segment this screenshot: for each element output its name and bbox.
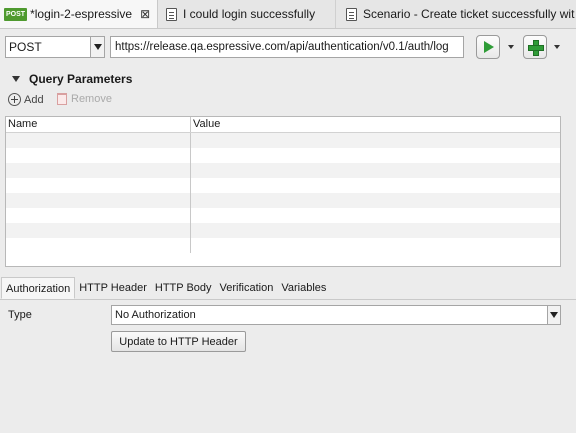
tab-variables[interactable]: Variables bbox=[277, 277, 330, 299]
column-header-value[interactable]: Value bbox=[191, 117, 560, 132]
editor-tab-scenario-ticket[interactable]: Scenario - Create ticket successfully wi… bbox=[336, 0, 576, 28]
add-parameter-button[interactable]: Add bbox=[8, 93, 44, 106]
settings-tab-bar: Authorization HTTP Header HTTP Body Verific… bbox=[0, 277, 576, 300]
cell-value[interactable] bbox=[191, 133, 560, 148]
table-header: Name Value bbox=[6, 117, 560, 133]
editor-tab-scenario-login[interactable]: I could login successfully bbox=[158, 0, 336, 28]
editor-tab-login[interactable]: POST *login-2-espressive ⊠ bbox=[0, 0, 158, 28]
table-row[interactable] bbox=[6, 148, 560, 163]
cell-value[interactable] bbox=[191, 208, 560, 223]
cell-name[interactable] bbox=[6, 133, 191, 148]
table-row[interactable] bbox=[6, 238, 560, 253]
cell-value[interactable] bbox=[191, 148, 560, 163]
authorization-type-value: No Authorization bbox=[115, 309, 196, 321]
remove-parameter-button[interactable]: Remove bbox=[57, 93, 112, 105]
plus-icon bbox=[528, 40, 544, 56]
post-method-badge: POST bbox=[4, 7, 28, 21]
cell-value[interactable] bbox=[191, 163, 560, 178]
cell-name[interactable] bbox=[6, 178, 191, 193]
table-row[interactable] bbox=[6, 223, 560, 238]
trash-icon bbox=[57, 93, 67, 105]
table-row[interactable] bbox=[6, 178, 560, 193]
tab-verification[interactable]: Verification bbox=[216, 277, 278, 299]
collapse-triangle-icon[interactable] bbox=[12, 76, 20, 82]
cell-name[interactable] bbox=[6, 223, 191, 238]
add-button[interactable] bbox=[523, 35, 547, 59]
tab-authorization[interactable]: Authorization bbox=[1, 277, 76, 299]
run-dropdown-icon[interactable] bbox=[508, 45, 514, 49]
add-dropdown-icon[interactable] bbox=[554, 45, 560, 49]
document-icon bbox=[346, 7, 357, 21]
remove-label: Remove bbox=[71, 93, 112, 105]
type-label: Type bbox=[8, 309, 32, 321]
authorization-type-select[interactable]: No Authorization bbox=[111, 305, 561, 325]
close-tab-icon[interactable]: ⊠ bbox=[140, 7, 150, 21]
cell-value[interactable] bbox=[191, 193, 560, 208]
method-value: POST bbox=[9, 40, 42, 54]
column-header-name[interactable]: Name bbox=[6, 117, 191, 132]
table-body bbox=[6, 133, 560, 253]
update-to-http-header-button[interactable]: Update to HTTP Header bbox=[111, 331, 246, 352]
editor-tab-title: Scenario - Create ticket successfully wi… bbox=[363, 7, 575, 21]
cell-value[interactable] bbox=[191, 223, 560, 238]
cell-value[interactable] bbox=[191, 178, 560, 193]
add-label: Add bbox=[24, 93, 44, 106]
method-select[interactable]: POST bbox=[5, 36, 105, 58]
editor-tab-title: I could login successfully bbox=[183, 7, 316, 21]
table-row[interactable] bbox=[6, 133, 560, 148]
play-icon bbox=[484, 41, 494, 53]
table-row[interactable] bbox=[6, 163, 560, 178]
cell-value[interactable] bbox=[191, 238, 560, 253]
cell-name[interactable] bbox=[6, 208, 191, 223]
section-title: Query Parameters bbox=[29, 72, 133, 86]
query-parameters-table[interactable]: Name Value bbox=[5, 116, 561, 267]
run-button[interactable] bbox=[476, 35, 500, 59]
tab-http-body[interactable]: HTTP Body bbox=[151, 277, 216, 299]
chevron-down-icon[interactable] bbox=[547, 306, 560, 324]
editor-tab-bar: POST *login-2-espressive ⊠ I could login… bbox=[0, 0, 576, 29]
editor-tab-title: *login-2-espressive bbox=[30, 7, 133, 21]
document-icon bbox=[166, 7, 177, 21]
cell-name[interactable] bbox=[6, 193, 191, 208]
chevron-down-icon[interactable] bbox=[90, 37, 104, 57]
cell-name[interactable] bbox=[6, 238, 191, 253]
tab-http-header[interactable]: HTTP Header bbox=[75, 277, 151, 299]
table-row[interactable] bbox=[6, 193, 560, 208]
table-row[interactable] bbox=[6, 208, 560, 223]
cell-name[interactable] bbox=[6, 148, 191, 163]
query-parameters-header[interactable]: Query Parameters bbox=[12, 72, 132, 86]
url-input[interactable] bbox=[110, 36, 464, 58]
add-circle-icon bbox=[8, 93, 21, 106]
cell-name[interactable] bbox=[6, 163, 191, 178]
